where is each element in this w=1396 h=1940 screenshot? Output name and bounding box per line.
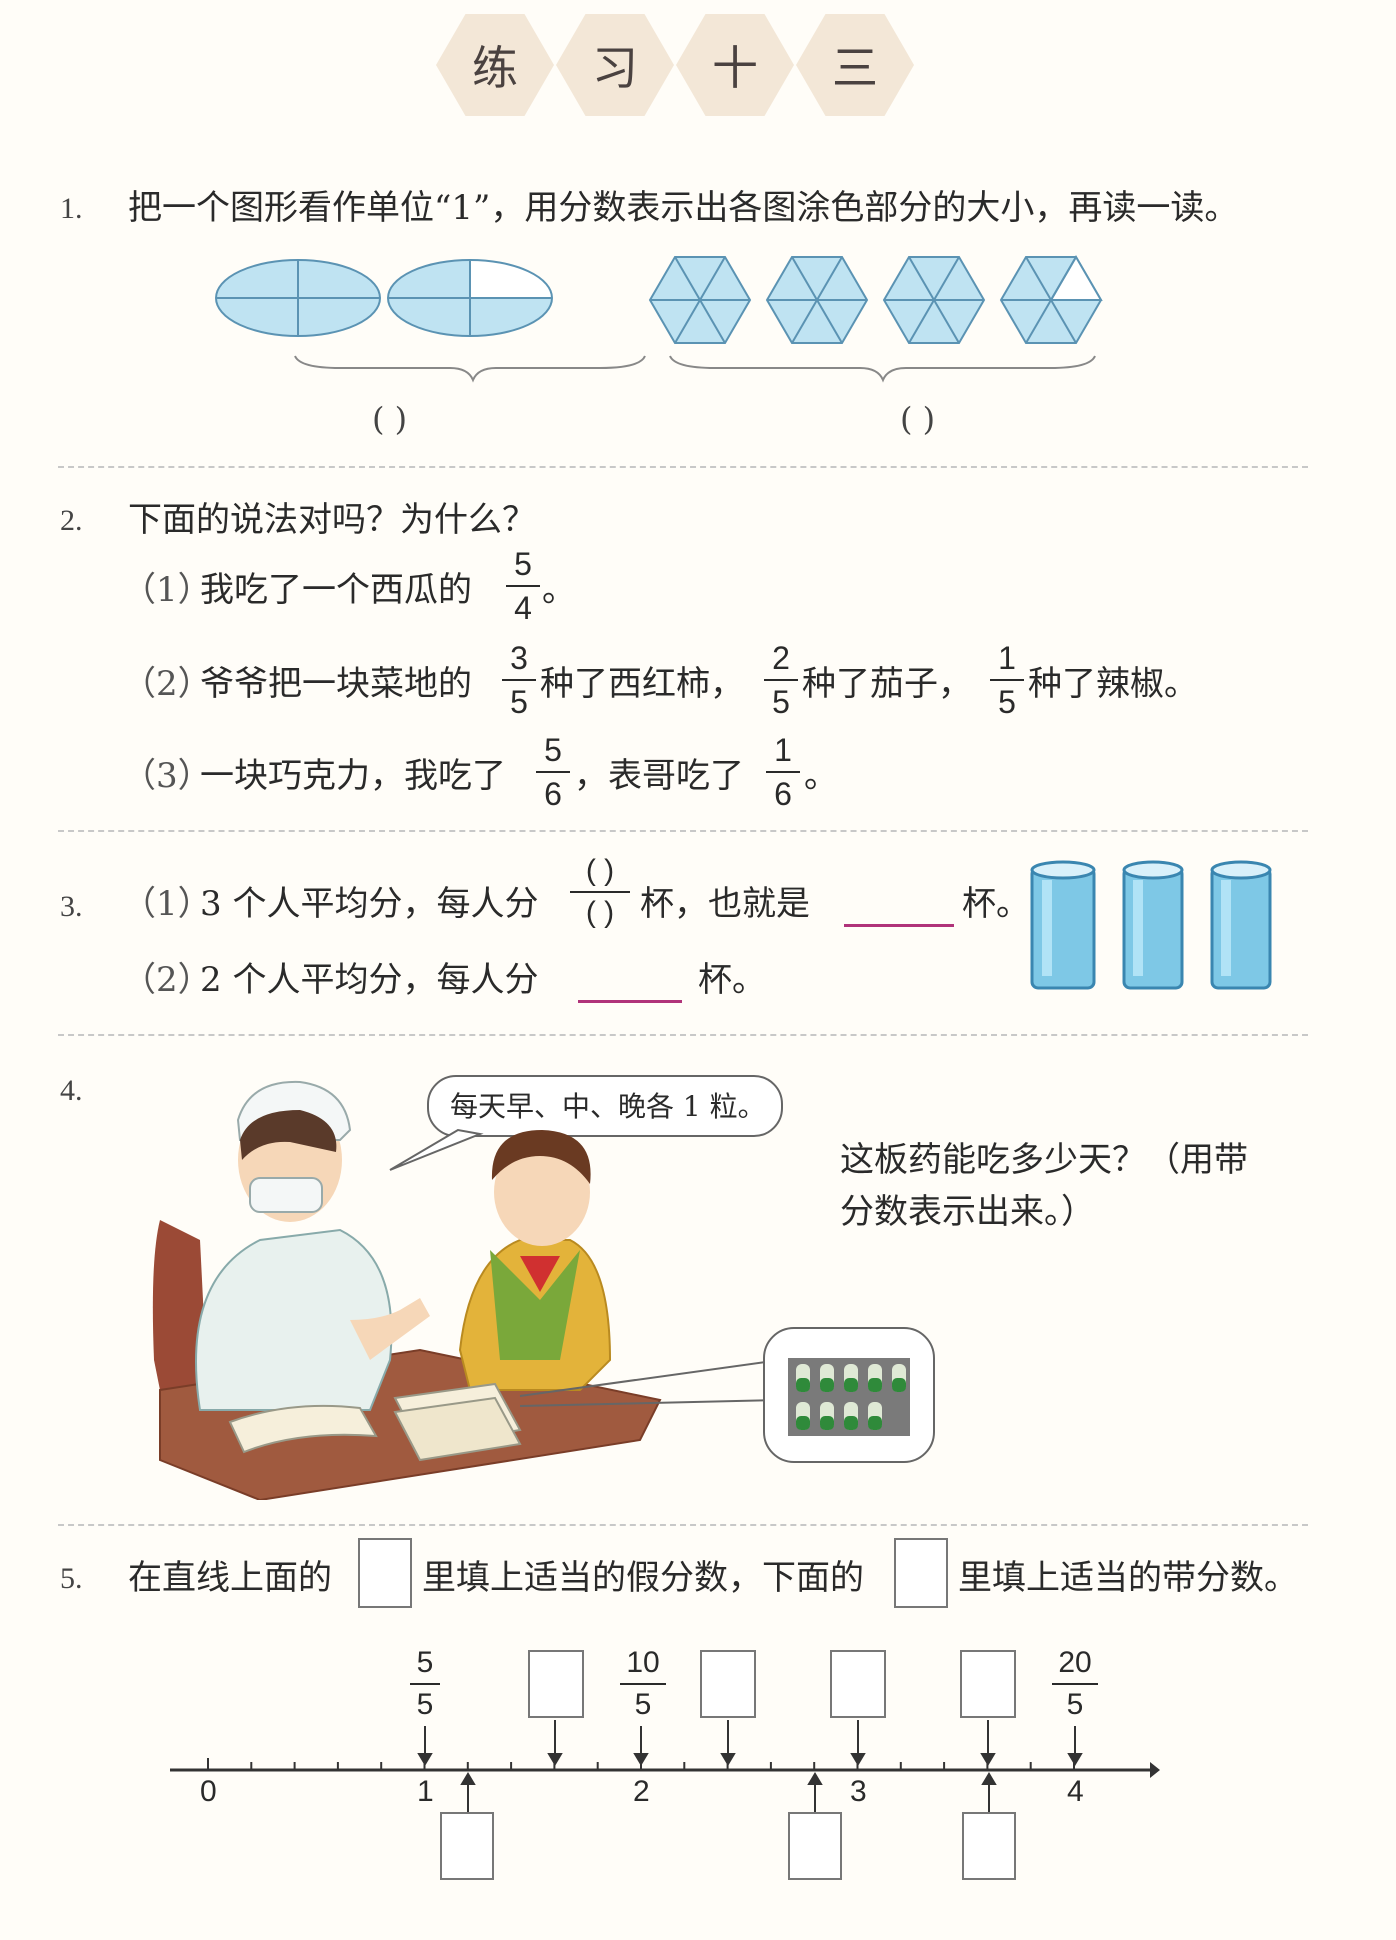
q1-answer-left[interactable]: ( ) [372, 400, 407, 438]
q1-number: 1. [60, 192, 83, 225]
ellipse-figure-2 [387, 259, 553, 337]
q5-inline-box-bottom [894, 1538, 948, 1608]
q3-s2-answer-blank[interactable] [578, 1000, 682, 1003]
title-char-4: 三 [796, 14, 914, 116]
q5-text-a: 在直线上面的 [128, 1558, 332, 1598]
hexagon-figures [648, 255, 1103, 344]
q5-number: 5. [60, 1562, 83, 1595]
q1-text: 把一个图形看作单位“1”，用分数表示出各图涂色部分的大小，再读一读。 [128, 188, 1239, 228]
q4-text-line2: 分数表示出来。） [840, 1192, 1095, 1232]
divider-2 [58, 830, 1308, 832]
title-char-1: 练 [436, 14, 554, 116]
q2-text: 下面的说法对吗？为什么？ [128, 500, 536, 540]
q2-s2-fraction-2: 25 [764, 642, 798, 718]
divider-1 [58, 466, 1308, 468]
q1-answer-right[interactable]: ( ) [900, 400, 935, 438]
q2-s3-text-b: ，表哥吃了 [574, 756, 744, 796]
q2-s2-text-a: 爷爷把一块菜地的 [200, 664, 472, 704]
number-line-arrows [417, 1720, 1083, 1812]
q2-s3-fraction-1: 56 [536, 734, 570, 810]
q4-bubble-text: 每天早、中、晚各 1 粒。 [450, 1090, 766, 1123]
q3-number: 3. [60, 890, 83, 923]
q3-s1-answer-blank[interactable] [844, 924, 954, 927]
q2-s3-fraction-2: 16 [766, 734, 800, 810]
q2-s2-label: （2） [122, 664, 212, 704]
q2-s3-label: （3） [122, 756, 212, 796]
q2-s3-text-a: 一块巧克力，我吃了 [200, 756, 506, 796]
pill-board-callout [763, 1327, 935, 1463]
q2-s2-text-c: 种了茄子， [802, 664, 972, 704]
title-char-3: 十 [676, 14, 794, 116]
q5-text-c: 里填上适当的带分数。 [958, 1558, 1298, 1598]
q3-s1-text-c: 杯。 [962, 884, 1030, 924]
q2-s3-end: 。 [804, 756, 838, 796]
q5-inline-box-top [358, 1538, 412, 1608]
q2-s2-fraction-3: 15 [990, 642, 1024, 718]
q2-number: 2. [60, 504, 83, 537]
q3-s1-fraction[interactable]: ( )( ) [570, 856, 630, 928]
q2-s2-fraction-1: 35 [502, 642, 536, 718]
q5-text-b: 里填上适当的假分数，下面的 [422, 1558, 864, 1598]
q3-s1-text-a: 3 个人平均分，每人分 [200, 884, 539, 924]
doctor-scene-illustration [152, 1075, 935, 1500]
q3-s2-label: （2） [122, 960, 212, 1000]
title-char-2: 习 [556, 14, 674, 116]
divider-4 [58, 1524, 1308, 1526]
q2-s1-fraction: 54 [506, 548, 540, 624]
glass-2 [1122, 860, 1184, 990]
q3-s2-text-a: 2 个人平均分，每人分 [200, 960, 539, 1000]
brace-left [294, 355, 646, 383]
q2-s1-end: 。 [542, 570, 576, 610]
q2-s2-text-b: 种了西红柿， [540, 664, 744, 704]
q3-s1-label: （1） [122, 884, 212, 924]
water-glasses [1030, 860, 1272, 990]
q4-text-line1: 这板药能吃多少天？（用带 [840, 1140, 1248, 1180]
q2-s1-text: 我吃了一个西瓜的 [200, 570, 472, 610]
q1-figures [215, 255, 1103, 383]
divider-3 [58, 1034, 1308, 1036]
glass-3 [1210, 860, 1272, 990]
boy [458, 1130, 612, 1391]
q4-number: 4. [60, 1074, 83, 1107]
q2-s1-label: （1） [122, 570, 212, 610]
glass-1 [1030, 860, 1096, 990]
q2-s2-text-d: 种了辣椒。 [1028, 664, 1198, 704]
q3-s2-text-b: 杯。 [698, 960, 766, 1000]
q3-s1-text-b: 杯，也就是 [640, 884, 810, 924]
brace-right [669, 355, 1096, 383]
ellipse-figure-1 [215, 259, 381, 337]
